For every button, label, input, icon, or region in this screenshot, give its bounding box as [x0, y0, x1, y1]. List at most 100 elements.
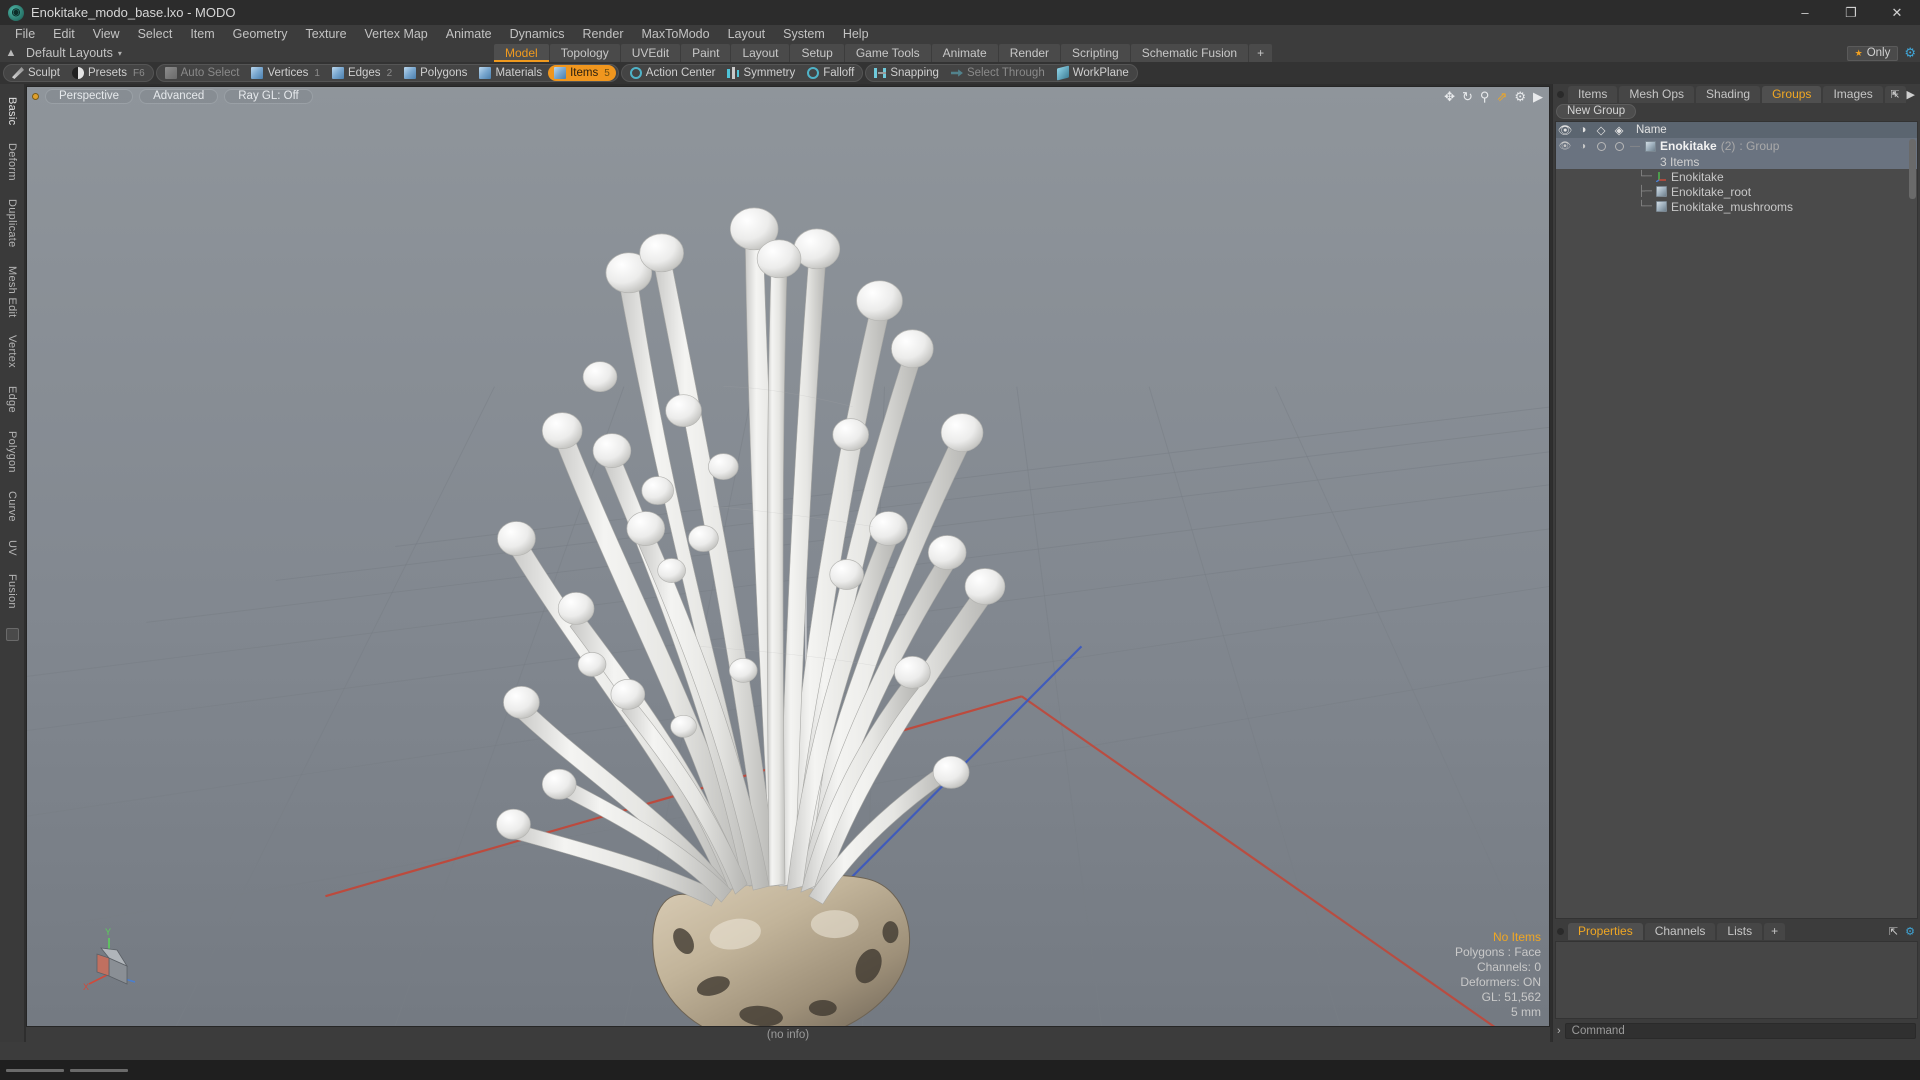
default-layouts-label[interactable]: Default Layouts — [22, 46, 113, 60]
render-visibility-icon[interactable]: ◑ — [1574, 124, 1592, 136]
fit-view-icon[interactable]: ⇗ — [1496, 89, 1507, 105]
action-center-button[interactable]: Action Center — [624, 65, 722, 81]
menu-edit[interactable]: Edit — [44, 25, 84, 44]
menu-geometry[interactable]: Geometry — [224, 25, 297, 44]
left-tab-basic[interactable]: Basic — [4, 88, 20, 134]
taskbar-item[interactable] — [70, 1068, 128, 1072]
select-through-button[interactable]: Select Through — [945, 65, 1051, 81]
menu-file[interactable]: File — [6, 25, 44, 44]
viewport-indicator-dot[interactable] — [32, 92, 39, 100]
tab-game-tools[interactable]: Game Tools — [844, 44, 931, 62]
left-tab-curve[interactable]: Curve — [4, 482, 20, 531]
expand-icon[interactable]: ⇱ — [1890, 88, 1899, 101]
polygons-button[interactable]: Polygons — [398, 65, 473, 81]
menu-layout[interactable]: Layout — [719, 25, 775, 44]
only-toggle-button[interactable]: ★ Only — [1846, 45, 1899, 61]
chevron-right-icon[interactable]: ▶ — [1533, 89, 1543, 105]
presets-button[interactable]: Presets F6 — [66, 65, 151, 81]
tab-animate[interactable]: Animate — [931, 44, 998, 62]
falloff-button[interactable]: Falloff — [801, 65, 860, 81]
gear-icon[interactable]: ⚙ — [1905, 925, 1915, 938]
table-row[interactable]: └─ Enokitake — [1556, 169, 1917, 184]
expand-icon[interactable]: ⇱ — [1889, 925, 1898, 938]
row-wire-toggle[interactable] — [1592, 141, 1610, 152]
home-layout-icon[interactable]: ▲ — [0, 47, 22, 59]
row-render-toggle[interactable]: ◑ — [1574, 141, 1592, 152]
tab-paint[interactable]: Paint — [681, 44, 731, 62]
left-tab-mesh-edit[interactable]: Mesh Edit — [4, 257, 20, 327]
tree-scrollbar[interactable] — [1909, 139, 1916, 199]
left-tab-vertex[interactable]: Vertex — [4, 326, 20, 377]
perspective-viewport[interactable]: Perspective Advanced Ray GL: Off ✥ ↻ ⚲ ⇗… — [26, 86, 1550, 1027]
workplane-button[interactable]: WorkPlane — [1051, 65, 1135, 81]
tab-uvedit[interactable]: UVEdit — [620, 44, 681, 62]
menu-dynamics[interactable]: Dynamics — [501, 25, 574, 44]
edges-button[interactable]: Edges 2 — [326, 65, 398, 81]
table-row[interactable]: └─ Enokitake_mushrooms — [1556, 199, 1917, 214]
tab-add-properties-button[interactable]: + — [1764, 923, 1786, 940]
gear-icon[interactable]: ⚙ — [1904, 45, 1916, 61]
tab-channels[interactable]: Channels — [1644, 923, 1716, 940]
tab-lists[interactable]: Lists — [1717, 923, 1763, 940]
menu-select[interactable]: Select — [129, 25, 182, 44]
vertices-button[interactable]: Vertices 1 — [245, 65, 325, 81]
auto-select-button[interactable]: Auto Select — [159, 65, 246, 81]
symmetry-button[interactable]: Symmetry — [721, 65, 801, 81]
tab-layout[interactable]: Layout — [731, 44, 790, 62]
menu-animate[interactable]: Animate — [437, 25, 501, 44]
tab-groups[interactable]: Groups — [1762, 86, 1822, 103]
new-group-button[interactable]: New Group — [1556, 104, 1637, 119]
menu-vertex-map[interactable]: Vertex Map — [356, 25, 437, 44]
tab-schematic-fusion[interactable]: Schematic Fusion — [1130, 44, 1249, 62]
shade-icon[interactable]: ◈ — [1610, 123, 1628, 137]
tab-model[interactable]: Model — [494, 44, 549, 62]
left-tab-edge[interactable]: Edge — [4, 377, 20, 422]
gear-icon[interactable]: ⚙ — [1514, 89, 1526, 105]
tab-mesh-ops[interactable]: Mesh Ops — [1619, 86, 1695, 103]
properties-menu-dot[interactable] — [1557, 928, 1564, 935]
chevron-right-icon[interactable]: › — [1557, 1025, 1561, 1037]
row-shade-toggle[interactable] — [1610, 141, 1628, 152]
left-tab-fusion[interactable]: Fusion — [4, 565, 20, 618]
maximize-button[interactable]: ❐ — [1828, 0, 1874, 25]
menu-texture[interactable]: Texture — [297, 25, 356, 44]
zoom-view-icon[interactable]: ⚲ — [1480, 89, 1490, 105]
tab-topology[interactable]: Topology — [549, 44, 620, 62]
materials-button[interactable]: Materials — [473, 65, 548, 81]
tab-setup[interactable]: Setup — [790, 44, 844, 62]
items-button[interactable]: Items 5 — [548, 65, 616, 81]
tab-items[interactable]: Items — [1568, 86, 1618, 103]
panel-menu-dot[interactable] — [1557, 91, 1564, 98]
axis-gizmo[interactable]: Y X — [83, 922, 153, 992]
eye-visibility-icon[interactable]: 👁 — [1556, 123, 1574, 137]
minimize-button[interactable]: – — [1782, 0, 1828, 25]
menu-maxtomodo[interactable]: MaxToModo — [633, 25, 719, 44]
snapping-button[interactable]: Snapping — [868, 65, 945, 81]
tab-scripting[interactable]: Scripting — [1061, 44, 1130, 62]
taskbar-item[interactable] — [6, 1068, 64, 1072]
menu-item[interactable]: Item — [181, 25, 223, 44]
left-tab-duplicate[interactable]: Duplicate — [4, 190, 20, 257]
move-view-icon[interactable]: ✥ — [1444, 89, 1455, 105]
menu-render[interactable]: Render — [574, 25, 633, 44]
row-eye-toggle[interactable]: 👁 — [1556, 141, 1574, 152]
left-tab-deform[interactable]: Deform — [4, 134, 20, 190]
tab-render[interactable]: Render — [998, 44, 1061, 62]
menu-help[interactable]: Help — [834, 25, 878, 44]
menu-system[interactable]: System — [774, 25, 834, 44]
command-input[interactable]: Command — [1564, 1023, 1916, 1039]
chevron-down-icon[interactable]: ▾ — [118, 49, 122, 58]
tab-add-button[interactable]: + — [1249, 44, 1273, 62]
left-tab-polygon[interactable]: Polygon — [4, 422, 20, 482]
rotate-view-icon[interactable]: ↻ — [1462, 89, 1473, 105]
menu-view[interactable]: View — [84, 25, 129, 44]
tab-properties[interactable]: Properties — [1568, 923, 1643, 940]
table-row[interactable]: ├─ Enokitake_root — [1556, 184, 1917, 199]
sculpt-button[interactable]: Sculpt — [6, 65, 66, 81]
left-tab-uv[interactable]: UV — [4, 531, 20, 565]
table-row[interactable]: 👁 ◑ — Enokitake (2) : Group — [1556, 138, 1917, 154]
left-toolbox-swatch[interactable] — [5, 627, 19, 641]
chevron-right-icon[interactable]: ▶ — [1907, 88, 1915, 101]
tab-images[interactable]: Images — [1823, 86, 1883, 103]
viewport-projection-selector[interactable]: Perspective — [45, 88, 134, 104]
